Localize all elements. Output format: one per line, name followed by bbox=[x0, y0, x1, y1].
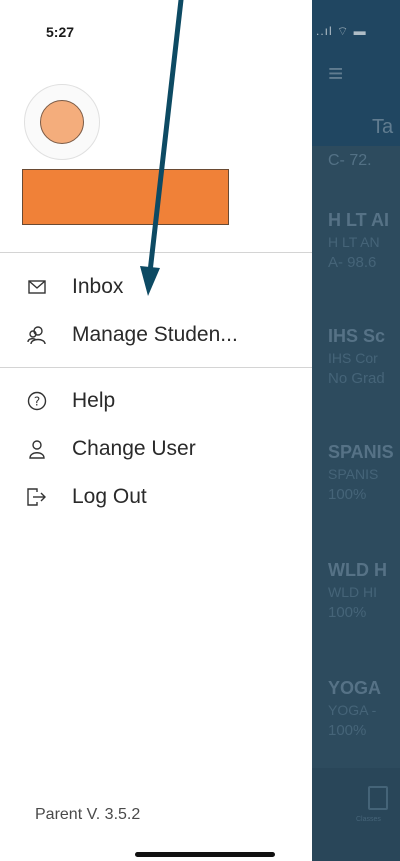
divider bbox=[0, 252, 312, 253]
menu-item-log-out[interactable]: Log Out bbox=[0, 477, 312, 517]
menu-item-label: Change User bbox=[72, 437, 196, 460]
user-icon bbox=[27, 439, 47, 459]
menu-item-manage-students[interactable]: Manage Studen... bbox=[0, 315, 312, 355]
help-icon: ? bbox=[27, 391, 47, 411]
menu-item-help[interactable]: ? Help bbox=[0, 381, 312, 421]
redacted-user-name bbox=[22, 169, 229, 225]
menu-item-label: Inbox bbox=[72, 275, 124, 298]
menu-item-change-user[interactable]: Change User bbox=[0, 429, 312, 469]
navigation-drawer: 5:27 Inbox Manage Studen... ? Help Chang… bbox=[0, 0, 312, 861]
menu-item-label: Log Out bbox=[72, 485, 147, 508]
background-app: ..ıl ⌔ ▬ ≡ Ta C- 72. H LT AI H LT AN A- … bbox=[312, 0, 400, 861]
menu-item-label: Help bbox=[72, 389, 116, 412]
avatar[interactable] bbox=[24, 84, 100, 160]
app-version: Parent V. 3.5.2 bbox=[35, 806, 141, 823]
home-indicator[interactable] bbox=[135, 852, 275, 857]
mail-icon bbox=[27, 277, 47, 297]
menu-item-inbox[interactable]: Inbox bbox=[0, 267, 312, 307]
logout-icon bbox=[27, 487, 47, 507]
dim-overlay[interactable] bbox=[312, 0, 400, 861]
menu-item-label: Manage Studen... bbox=[72, 323, 238, 346]
students-icon bbox=[27, 325, 47, 345]
status-time: 5:27 bbox=[46, 24, 75, 40]
divider bbox=[0, 367, 312, 368]
svg-text:?: ? bbox=[34, 395, 40, 409]
avatar-image bbox=[40, 100, 84, 144]
